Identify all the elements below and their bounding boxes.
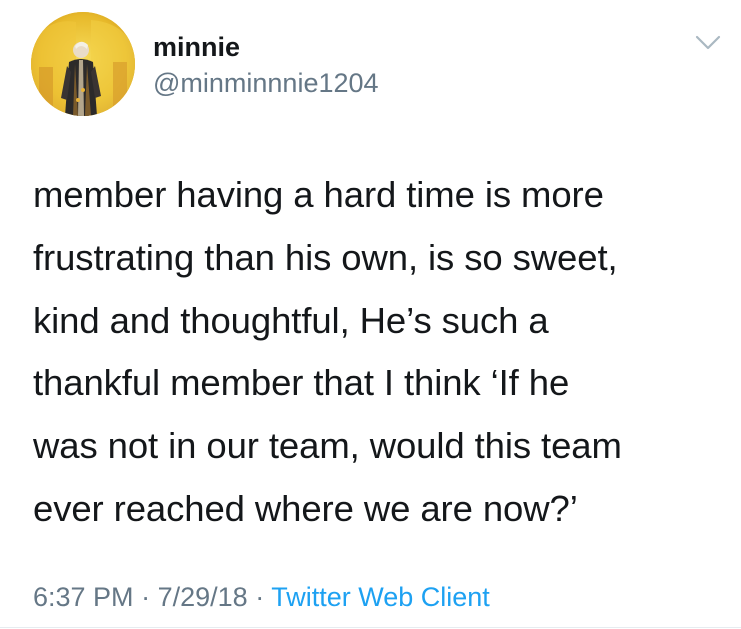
meta-separator: · [141, 582, 151, 612]
tweet-text: member having a hard time is more frustr… [33, 174, 622, 529]
tweet-date[interactable]: 7/29/18 [158, 582, 248, 612]
display-name[interactable]: minnie [153, 31, 240, 63]
divider [0, 627, 741, 628]
avatar[interactable] [31, 12, 135, 116]
avatar-image [31, 12, 135, 116]
tweet-client-link[interactable]: Twitter Web Client [271, 582, 490, 612]
meta-separator: · [255, 582, 265, 612]
user-handle[interactable]: @minminnnie1204 [153, 67, 379, 99]
tweet-metadata: 6:37 PM · 7/29/18 · Twitter Web Client [33, 580, 490, 614]
tweet-card: minnie @minminnnie1204 member having a h… [0, 0, 741, 629]
tweet-time[interactable]: 6:37 PM [33, 582, 134, 612]
chevron-down-icon[interactable] [693, 32, 723, 54]
